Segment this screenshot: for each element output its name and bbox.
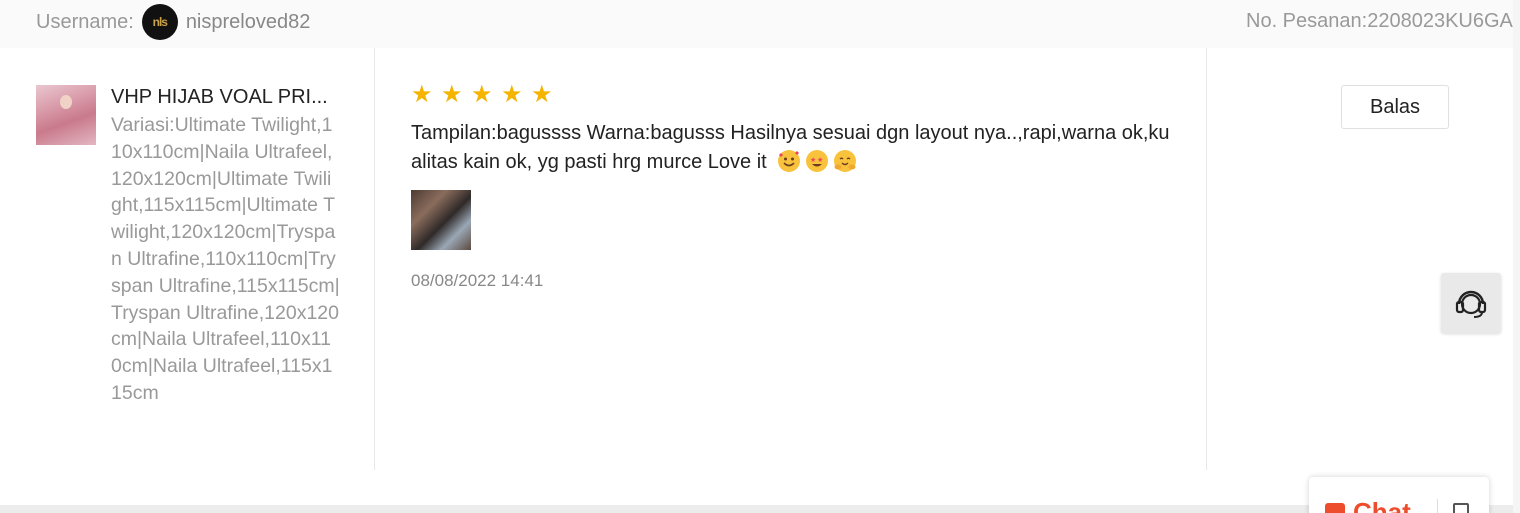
- next-review-card: [0, 470, 1513, 506]
- star-icon: ★: [471, 81, 493, 108]
- chat-separator: [1437, 499, 1438, 513]
- svg-text:★: ★: [817, 156, 823, 164]
- order-number-value: 2208023KU6GA: [1367, 10, 1513, 32]
- star-struck-icon: ★ ★: [806, 150, 829, 172]
- product-thumbnail[interactable]: [36, 85, 96, 145]
- star-icon: ★: [531, 81, 553, 108]
- chat-widget[interactable]: Chat: [1309, 477, 1489, 513]
- review-page: Username: nls nispreloved82 No. Pesanan:…: [0, 0, 1520, 513]
- review-photo[interactable]: [411, 190, 471, 250]
- rating-stars: ★ ★ ★ ★ ★: [411, 81, 553, 108]
- product-name[interactable]: VHP HIJAB VOAL PRI...: [111, 86, 341, 109]
- star-icon: ★: [441, 81, 463, 108]
- order-number-label: No. Pesanan:: [1246, 10, 1368, 32]
- username-section: Username: nls nispreloved82: [36, 4, 310, 40]
- hugging-face-icon: [834, 150, 857, 172]
- username-label: Username:: [36, 10, 134, 33]
- review-card: VHP HIJAB VOAL PRI... Variasi:Ultimate T…: [0, 48, 1513, 471]
- smiling-face-with-hearts-icon: [778, 150, 801, 172]
- chat-label[interactable]: Chat: [1353, 497, 1411, 513]
- svg-text:★: ★: [810, 156, 816, 164]
- chat-icon: [1325, 503, 1345, 513]
- customer-support-button[interactable]: [1441, 273, 1501, 333]
- reply-button[interactable]: Balas: [1341, 85, 1449, 129]
- star-icon: ★: [501, 81, 523, 108]
- order-number: No. Pesanan:2208023KU6GA: [1246, 10, 1513, 33]
- headset-icon: [1455, 290, 1487, 318]
- star-icon: ★: [411, 81, 433, 108]
- username-value[interactable]: nispreloved82: [186, 11, 311, 34]
- avatar[interactable]: nls: [141, 4, 178, 40]
- review-text: Tampilan:bagussss Warna:bagusss Hasilnya…: [411, 119, 1171, 177]
- product-variation: Variasi:Ultimate Twilight,110x110cm|Nail…: [111, 114, 340, 404]
- chat-minimize-icon[interactable]: [1453, 503, 1469, 513]
- column-divider: [1206, 48, 1207, 470]
- column-divider: [374, 48, 375, 470]
- review-header: Username: nls nispreloved82 No. Pesanan:…: [0, 0, 1513, 48]
- review-date: 08/08/2022 14:41: [411, 271, 544, 290]
- product-thumbnail-face: [60, 95, 72, 109]
- bottom-divider: [0, 505, 1513, 513]
